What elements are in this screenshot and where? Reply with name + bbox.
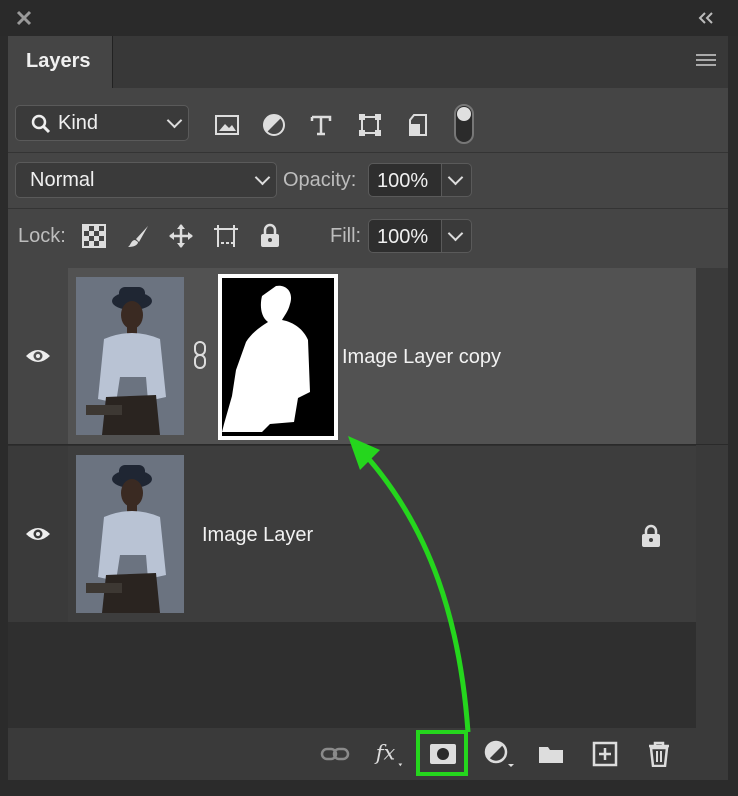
layer-name[interactable]: Image Layer bbox=[202, 524, 313, 547]
panel-menu-icon[interactable] bbox=[696, 54, 716, 68]
link-layers-icon[interactable] bbox=[318, 738, 352, 770]
lock-all-icon[interactable] bbox=[256, 222, 284, 250]
shape-filter-icon[interactable] bbox=[357, 112, 383, 138]
filter-toggle-icon[interactable] bbox=[454, 104, 474, 144]
fill-input[interactable]: 100% bbox=[368, 219, 442, 253]
opacity-label: Opacity: bbox=[283, 169, 357, 191]
layer-name[interactable]: Image Layer copy bbox=[342, 346, 501, 369]
opacity-value: 100% bbox=[377, 170, 429, 192]
divider bbox=[8, 208, 728, 209]
smart-object-filter-icon[interactable] bbox=[405, 112, 431, 138]
type-filter-icon[interactable] bbox=[308, 112, 334, 138]
chevron-down-icon bbox=[447, 169, 464, 186]
panel-titlebar bbox=[0, 0, 738, 36]
kind-filter-label: Kind bbox=[58, 112, 99, 134]
eye-icon[interactable] bbox=[24, 347, 52, 365]
eye-icon[interactable] bbox=[24, 525, 52, 543]
lock-position-icon[interactable] bbox=[167, 222, 195, 250]
opacity-dropdown[interactable] bbox=[442, 163, 472, 197]
tab-layers[interactable]: Layers bbox=[8, 36, 113, 88]
new-group-icon[interactable] bbox=[534, 738, 568, 770]
svg-text:fx: fx bbox=[374, 741, 396, 765]
chevron-down-icon bbox=[254, 169, 271, 186]
chevron-down-icon bbox=[447, 225, 464, 242]
tab-layers-label: Layers bbox=[26, 50, 91, 72]
person-photo bbox=[76, 277, 184, 435]
lock-image-pixels-icon[interactable] bbox=[125, 222, 153, 250]
layer-row[interactable]: Image Layer copy bbox=[8, 268, 696, 444]
search-icon bbox=[31, 114, 51, 134]
visibility-column bbox=[8, 446, 68, 622]
visibility-column bbox=[8, 268, 68, 444]
lock-artboard-icon[interactable] bbox=[212, 222, 240, 250]
opacity-input[interactable]: 100% bbox=[368, 163, 442, 197]
lock-label: Lock: bbox=[18, 225, 66, 247]
divider bbox=[8, 152, 728, 153]
fill-label: Fill: bbox=[330, 225, 362, 247]
collapse-icon[interactable] bbox=[696, 10, 716, 26]
tab-bar bbox=[8, 36, 728, 88]
layer-mask-thumbnail[interactable] bbox=[216, 272, 340, 442]
new-layer-icon[interactable] bbox=[588, 738, 622, 770]
close-icon[interactable] bbox=[14, 8, 34, 28]
adjustment-filter-icon[interactable] bbox=[261, 112, 287, 138]
chain-link-icon[interactable] bbox=[192, 340, 208, 370]
layer-thumbnail[interactable] bbox=[76, 455, 184, 613]
blend-mode-value: Normal bbox=[30, 169, 95, 191]
person-photo bbox=[76, 455, 184, 613]
blend-mode-dropdown[interactable]: Normal bbox=[15, 162, 277, 198]
layer-thumbnail[interactable] bbox=[76, 277, 184, 435]
delete-icon[interactable] bbox=[642, 738, 676, 770]
lock-transparency-icon[interactable] bbox=[80, 222, 108, 250]
annotation-arrow bbox=[348, 436, 471, 733]
kind-filter-dropdown[interactable]: Kind bbox=[15, 105, 189, 141]
fill-dropdown[interactable] bbox=[442, 219, 472, 253]
chevron-down-icon bbox=[166, 112, 183, 129]
adjustment-layer-icon[interactable] bbox=[482, 738, 516, 770]
fill-value: 100% bbox=[377, 226, 429, 248]
image-filter-icon[interactable] bbox=[214, 112, 240, 138]
fx-icon[interactable]: fx bbox=[372, 738, 406, 770]
lock-icon bbox=[642, 524, 660, 547]
scrollbar-track[interactable] bbox=[696, 268, 728, 728]
